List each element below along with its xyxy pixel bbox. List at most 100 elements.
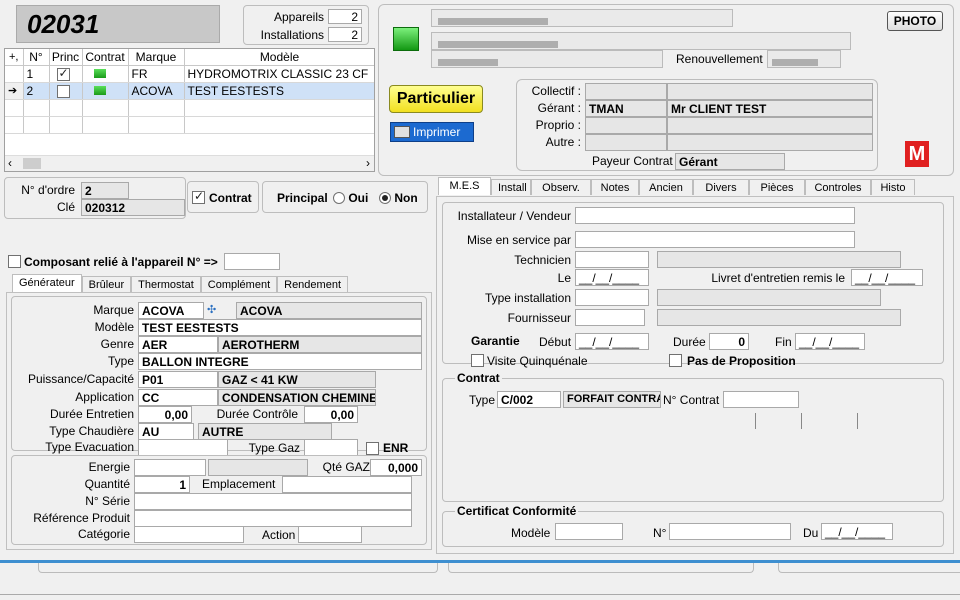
type-field[interactable]: BALLON INTEGRE <box>138 353 422 370</box>
tab-ancien[interactable]: Ancien <box>639 179 693 195</box>
cert-n-field[interactable] <box>669 523 791 540</box>
reference-field[interactable] <box>134 510 412 527</box>
cell-contrat <box>82 82 129 100</box>
tab-install[interactable]: Install <box>491 179 531 195</box>
modele-field[interactable]: TEST EESTESTS <box>138 319 422 336</box>
debut-date[interactable]: __/__/____ <box>575 333 649 350</box>
action-field[interactable] <box>298 526 362 543</box>
mes-group: Installateur / Vendeur Mise en service p… <box>442 202 944 368</box>
tab-notes[interactable]: Notes <box>591 179 639 195</box>
horizontal-scrollbar[interactable]: ‹ › <box>5 155 374 171</box>
enr-checkbox[interactable] <box>366 442 379 455</box>
le-date[interactable]: __/__/____ <box>575 269 649 286</box>
qte-gaz-field[interactable]: 0,000 <box>370 459 422 476</box>
add-row-icon[interactable]: +, <box>5 49 24 66</box>
technicien-code[interactable] <box>575 251 649 268</box>
tab-divers[interactable]: Divers <box>693 179 749 195</box>
photo-button[interactable]: PHOTO <box>887 11 943 31</box>
table-row[interactable]: ➔ 2 ACOVA TEST EESTESTS <box>5 82 374 100</box>
collectif-code[interactable] <box>585 83 667 100</box>
serie-field[interactable] <box>134 493 412 510</box>
payeur-field[interactable]: Gérant <box>675 153 785 170</box>
tab-observ[interactable]: Observ. <box>531 179 591 195</box>
left-tabs: Générateur Brûleur Thermostat Complément… <box>12 274 348 292</box>
tab-thermostat[interactable]: Thermostat <box>131 276 201 292</box>
tab-mes[interactable]: M.E.S <box>438 177 491 195</box>
emplacement-field[interactable] <box>282 476 412 493</box>
fournisseur-code[interactable] <box>575 309 645 326</box>
imprimer-label: Imprimer <box>413 125 461 139</box>
pas-proposition-checkbox[interactable] <box>669 354 682 367</box>
quantite-field[interactable]: 1 <box>134 476 190 493</box>
type-label: Type <box>107 354 134 368</box>
table-row[interactable] <box>5 99 374 117</box>
certificat-title: Certificat Conformité <box>455 504 579 518</box>
visite-checkbox[interactable] <box>471 354 484 367</box>
contrat-checkbox[interactable] <box>192 189 205 204</box>
particulier-button[interactable]: Particulier <box>389 85 483 113</box>
row-indicator <box>5 65 24 83</box>
fin-date[interactable]: __/__/____ <box>795 333 865 350</box>
principal-oui[interactable]: Oui <box>333 191 368 205</box>
livret-date[interactable]: __/__/____ <box>851 269 923 286</box>
imprimer-button[interactable]: Imprimer <box>390 122 474 142</box>
duree-controle-field[interactable]: 0,00 <box>304 406 358 423</box>
type-gaz-field[interactable] <box>304 439 358 456</box>
pas-proposition-label: Pas de Proposition <box>687 354 796 368</box>
col-princ[interactable]: Princ <box>49 49 83 66</box>
cert-modele-field[interactable] <box>555 523 623 540</box>
type-install-code[interactable] <box>575 289 649 306</box>
contrat-toggle[interactable]: Contrat <box>187 181 259 213</box>
n-contrat-field[interactable] <box>723 391 799 408</box>
scroll-right-icon[interactable]: › <box>366 156 370 170</box>
col-contrat[interactable]: Contrat <box>82 49 129 66</box>
contrat-type-code[interactable]: C/002 <box>497 391 561 408</box>
genre-code[interactable]: AER <box>138 336 218 353</box>
client-number-box: 02031 <box>16 5 220 43</box>
puissance-code[interactable]: P01 <box>138 371 218 388</box>
action-label: Action <box>262 528 296 542</box>
type-chaudiere-code[interactable]: AU <box>138 423 194 440</box>
mise-field[interactable] <box>575 231 855 248</box>
ordre-field: 2 <box>81 182 129 199</box>
duree-field[interactable]: 0 <box>709 333 749 350</box>
technicien-name <box>657 251 901 268</box>
tab-rendement[interactable]: Rendement <box>277 276 348 292</box>
composant-field[interactable] <box>224 253 280 270</box>
table-row[interactable] <box>5 116 374 134</box>
cell-princ[interactable] <box>49 82 83 100</box>
application-code[interactable]: CC <box>138 389 218 406</box>
appareils-count: 2 <box>328 9 362 24</box>
table-row[interactable]: 1 FR HYDROMOTRIX CLASSIC 23 CF <box>5 65 374 83</box>
tab-histo[interactable]: Histo <box>871 179 915 195</box>
scroll-left-icon[interactable]: ‹ <box>8 156 12 170</box>
certificat-group: Certificat Conformité Modèle N° Du __/__… <box>442 504 944 547</box>
tab-pieces[interactable]: Pièces <box>749 179 805 195</box>
categorie-field[interactable] <box>134 526 244 543</box>
col-marque[interactable]: Marque <box>128 49 185 66</box>
composant-checkbox[interactable] <box>8 255 21 268</box>
marque-code[interactable]: ACOVA <box>138 302 204 319</box>
cell-princ[interactable] <box>49 65 83 83</box>
client-address-line2 <box>431 50 663 68</box>
tab-generateur[interactable]: Générateur <box>12 274 82 292</box>
col-modele[interactable]: Modèle <box>184 49 374 66</box>
autre-code[interactable] <box>585 134 667 151</box>
oui-radio[interactable] <box>333 192 345 204</box>
type-evacuation-field[interactable] <box>138 439 228 456</box>
tab-controles[interactable]: Controles <box>805 179 871 195</box>
non-radio[interactable] <box>379 192 391 204</box>
proprio-code[interactable] <box>585 117 667 134</box>
marque-name: ACOVA <box>236 302 422 319</box>
tab-bruleur[interactable]: Brûleur <box>81 276 132 292</box>
col-n[interactable]: N° <box>23 49 50 66</box>
cert-du-date[interactable]: __/__/____ <box>821 523 893 540</box>
scroll-thumb[interactable] <box>23 158 41 169</box>
gerant-code[interactable]: TMAN <box>585 100 667 117</box>
cell-contrat <box>82 65 129 83</box>
installateur-field[interactable] <box>575 207 855 224</box>
duree-entretien-field[interactable]: 0,00 <box>138 406 192 423</box>
principal-non[interactable]: Non <box>379 191 418 205</box>
tab-complement[interactable]: Complément <box>200 276 278 292</box>
energie-code[interactable] <box>134 459 206 476</box>
